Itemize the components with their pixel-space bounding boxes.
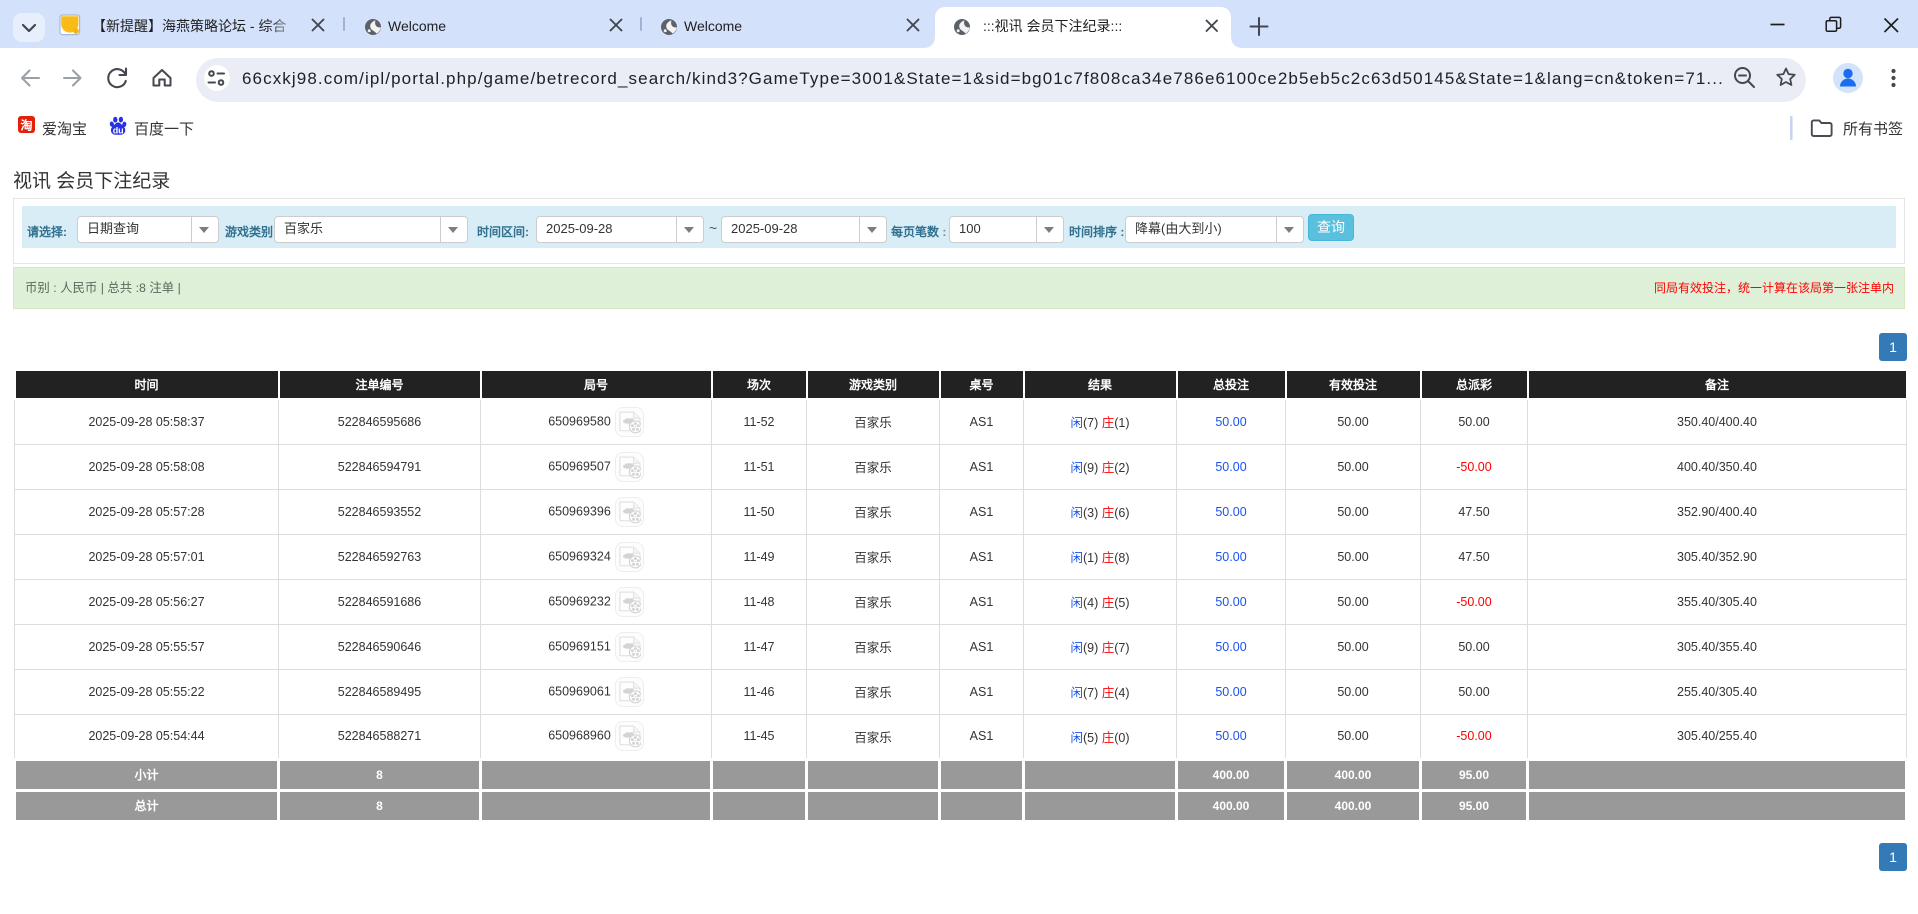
svg-text:淘: 淘 <box>20 118 32 133</box>
svg-text:du: du <box>113 126 124 136</box>
